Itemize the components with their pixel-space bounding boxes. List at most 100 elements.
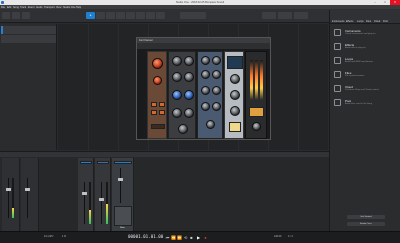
- tab-effects[interactable]: Effects: [346, 20, 353, 23]
- vu-display: [229, 122, 241, 132]
- listen-tool-icon[interactable]: [156, 12, 165, 19]
- browser-item-instruments[interactable]: Instruments Virtual instruments and plug…: [332, 27, 399, 40]
- knob[interactable]: [184, 108, 194, 118]
- switch[interactable]: [159, 102, 165, 107]
- knob[interactable]: [212, 86, 221, 95]
- tool-button[interactable]: [12, 12, 20, 19]
- channel-insert[interactable]: [80, 161, 92, 164]
- browser-item-files[interactable]: Files File system browser: [332, 69, 399, 82]
- browser-item-cloud[interactable]: Cloud PreSonus Shop and Cloud content: [332, 83, 399, 96]
- paint-tool-icon[interactable]: [126, 12, 135, 19]
- knob[interactable]: [172, 72, 182, 82]
- fader[interactable]: [6, 188, 11, 191]
- instruments-icon: [334, 29, 341, 36]
- fader-track: [8, 178, 9, 218]
- time-display[interactable]: 00001.01.01.00: [128, 234, 163, 239]
- play-icon[interactable]: ▶: [196, 235, 201, 241]
- knob[interactable]: [212, 70, 221, 79]
- knob[interactable]: [172, 108, 182, 118]
- knob[interactable]: [153, 76, 162, 85]
- tab-cloud[interactable]: Cloud: [374, 20, 380, 23]
- channel-name: Main: [120, 227, 125, 229]
- fader[interactable]: [99, 198, 104, 201]
- knob[interactable]: [230, 106, 240, 116]
- switch[interactable]: [151, 102, 157, 107]
- record-icon[interactable]: ●: [203, 235, 208, 241]
- tab-loops[interactable]: Loops: [357, 20, 364, 23]
- track-header[interactable]: [1, 26, 56, 34]
- project-button[interactable]: [278, 12, 292, 19]
- arrow-tool-icon[interactable]: ➤: [86, 12, 95, 19]
- console-channel[interactable]: [21, 158, 39, 231]
- gain-knob[interactable]: [152, 58, 163, 69]
- bend-tool-icon[interactable]: [146, 12, 155, 19]
- console-channel[interactable]: [78, 158, 94, 231]
- switch[interactable]: [151, 124, 165, 129]
- switch[interactable]: [159, 110, 165, 115]
- main-channel[interactable]: Main: [112, 158, 134, 231]
- knob[interactable]: [201, 86, 210, 95]
- knob[interactable]: [178, 124, 188, 134]
- knob[interactable]: [230, 74, 240, 84]
- eraser-tool-icon[interactable]: [116, 12, 125, 19]
- fader[interactable]: [82, 192, 87, 195]
- browser-item-effects[interactable]: Effects Audio effects plug-ins: [332, 41, 399, 54]
- return-to-zero-icon[interactable]: ⏮: [165, 235, 170, 241]
- cloud-icon: [334, 85, 341, 92]
- get-started-button[interactable]: Get Started: [347, 215, 385, 219]
- show-button[interactable]: [294, 12, 308, 19]
- browser-panel: Instruments Effects Loops Files Cloud Po…: [329, 10, 400, 235]
- knob[interactable]: [184, 56, 194, 66]
- transport-bar: 44.1 kHz 1 hr 00001.01.01.00 ⏮ ⏪ ⏩ ⟲ ■ ▶…: [0, 231, 400, 243]
- tab-instruments[interactable]: Instruments: [332, 20, 345, 23]
- time-signature[interactable]: 4 / 4: [288, 235, 293, 238]
- switch[interactable]: [151, 110, 157, 115]
- rewind-icon[interactable]: ⏪: [171, 235, 176, 241]
- tab-files[interactable]: Files: [366, 20, 371, 23]
- home-button[interactable]: [2, 12, 10, 19]
- pool-icon: [334, 99, 341, 106]
- knob[interactable]: [252, 122, 261, 131]
- fast-forward-icon[interactable]: ⏩: [177, 235, 182, 241]
- level-meter: [255, 60, 258, 100]
- browser-item-pool[interactable]: Pool Audio files used in the Song: [332, 97, 399, 110]
- range-tool-icon[interactable]: [96, 12, 105, 19]
- channel-insert[interactable]: [97, 161, 109, 164]
- knob[interactable]: [201, 102, 210, 111]
- rack-module: [197, 51, 223, 139]
- snap-selector[interactable]: [180, 12, 206, 19]
- console-channel[interactable]: [95, 158, 111, 231]
- knob[interactable]: [172, 90, 182, 100]
- knob[interactable]: [184, 90, 194, 100]
- files-icon: [334, 71, 341, 78]
- browser-item-loops[interactable]: Loops Audio and MIDI loop libraries: [332, 55, 399, 68]
- knob[interactable]: [201, 70, 210, 79]
- knob[interactable]: [212, 56, 221, 65]
- channel-insert[interactable]: [114, 161, 132, 164]
- channel-panel: [114, 206, 132, 226]
- track-header[interactable]: [1, 35, 56, 43]
- tool-button[interactable]: [22, 12, 30, 19]
- fader[interactable]: [118, 178, 123, 181]
- split-tool-icon[interactable]: [106, 12, 115, 19]
- knob[interactable]: [212, 102, 221, 111]
- knob[interactable]: [201, 56, 210, 65]
- knob[interactable]: [184, 72, 194, 82]
- knob[interactable]: [206, 120, 215, 129]
- plugin-toolbar: [137, 43, 270, 49]
- sample-rate: 44.1 kHz: [44, 235, 54, 238]
- stop-icon[interactable]: ■: [189, 235, 194, 241]
- mute-tool-icon[interactable]: [136, 12, 145, 19]
- console-channel[interactable]: [2, 158, 20, 231]
- fader-track: [84, 182, 85, 224]
- studio-one-plus-button[interactable]: Studio One+: [347, 222, 385, 226]
- knob[interactable]: [172, 56, 182, 66]
- plugin-window[interactable]: Fat Channel: [136, 37, 271, 140]
- fader[interactable]: [25, 188, 30, 191]
- tab-pool[interactable]: Pool: [383, 20, 388, 23]
- knob[interactable]: [230, 90, 240, 100]
- loop-icon[interactable]: ⟲: [183, 235, 188, 241]
- tempo[interactable]: 120.00: [274, 235, 281, 238]
- record-time: 1 hr: [62, 235, 67, 238]
- song-button[interactable]: [262, 12, 276, 19]
